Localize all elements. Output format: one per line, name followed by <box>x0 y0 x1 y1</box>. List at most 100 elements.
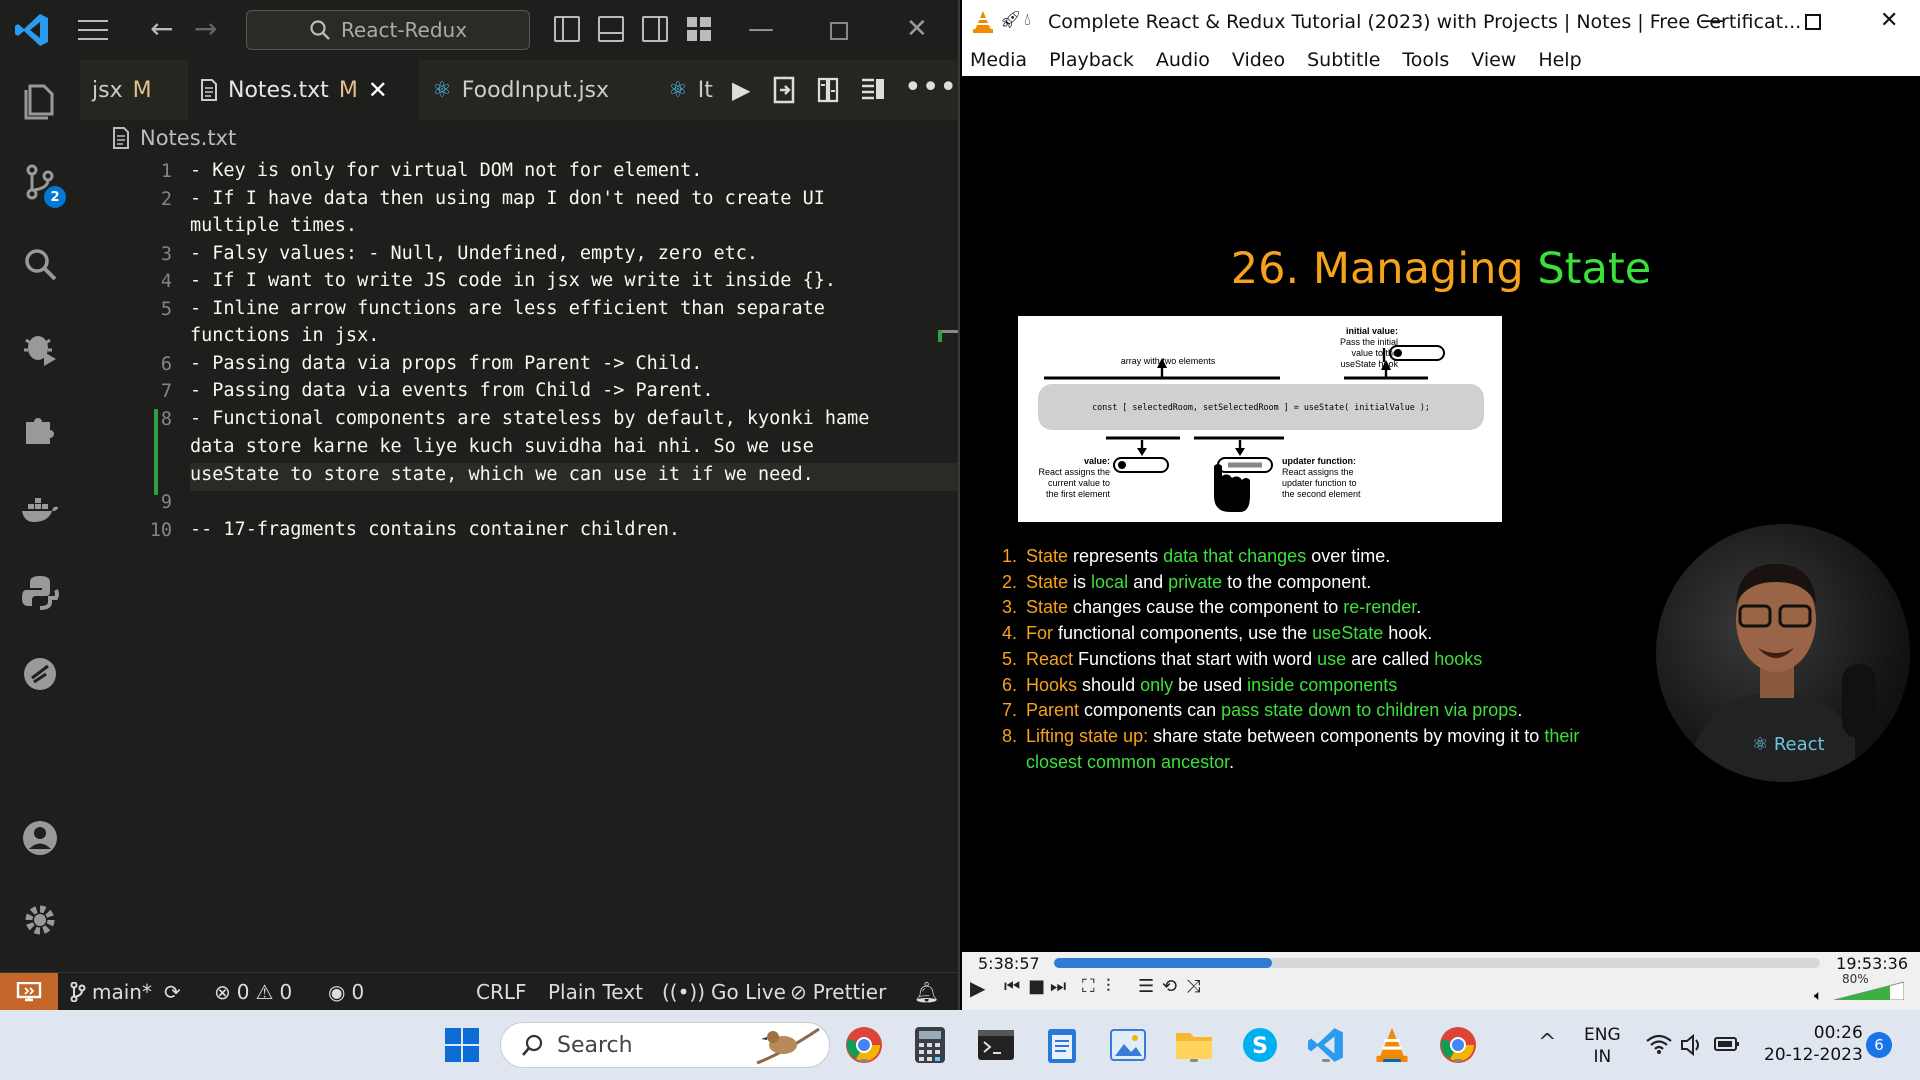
diagram-updater-desc: updater function to <box>1282 478 1357 488</box>
slide-point: 8. Lifting state up: share state between … <box>1002 724 1582 775</box>
notification-badge[interactable]: 6 <box>1866 1032 1892 1058</box>
slide-point: 6. Hooks should only be used inside compo… <box>1002 673 1582 699</box>
menu-icon[interactable] <box>78 20 108 40</box>
accounts-icon[interactable] <box>18 816 62 860</box>
toggle-primary-sidebar-icon[interactable] <box>554 16 580 42</box>
volume-slider[interactable] <box>1834 980 1904 1000</box>
toggle-panel-icon[interactable] <box>598 16 624 42</box>
extensions-icon[interactable] <box>18 406 62 450</box>
seek-bar[interactable] <box>1054 958 1820 968</box>
language-mode[interactable]: Plain Text <box>548 980 643 1004</box>
slide-point: 3. State changes cause the component to r… <box>1002 595 1582 621</box>
menu-video[interactable]: Video <box>1232 49 1285 71</box>
shuffle-icon[interactable]: ⤨ <box>1186 976 1200 997</box>
back-arrow-icon[interactable]: ← <box>150 12 173 45</box>
settings-gear-icon[interactable] <box>18 898 62 942</box>
taskbar-search[interactable]: Search <box>500 1022 830 1068</box>
run-debug-icon[interactable] <box>18 324 62 368</box>
tab-foodinput-jsx[interactable]: ⚛ FoodInput.jsx <box>420 60 616 120</box>
command-center-search[interactable]: React-Redux <box>246 10 530 50</box>
slide-point-text: State changes cause the component to re-… <box>1026 597 1422 618</box>
next-icon[interactable]: ⏭ <box>1050 976 1066 997</box>
compare-changes-icon[interactable] <box>816 76 840 104</box>
chrome-icon[interactable] <box>842 1023 886 1067</box>
slide-title: 26. Managing State <box>962 244 1920 294</box>
menu-tools[interactable]: Tools <box>1402 49 1449 71</box>
extended-settings-icon[interactable]: ⫶ <box>1106 976 1111 997</box>
tab-notes-txt[interactable]: Notes.txt M ✕ <box>188 60 418 120</box>
menu-audio[interactable]: Audio <box>1156 49 1210 71</box>
stop-icon[interactable]: ■ <box>1028 976 1045 997</box>
chrome-profile-icon[interactable] <box>1436 1023 1480 1067</box>
sync-icon[interactable]: ⟳ <box>164 980 181 1004</box>
language-indicator[interactable]: ENG IN <box>1584 1024 1621 1068</box>
branch-indicator[interactable]: main* ⟳ <box>70 980 181 1004</box>
open-preview-icon[interactable] <box>772 76 796 104</box>
notifications-bell-icon[interactable]: 🔔︎ <box>914 980 939 1004</box>
eol-indicator[interactable]: CRLF <box>476 980 527 1004</box>
video-area[interactable]: 26. Managing State initial value: Pass t… <box>962 76 1920 952</box>
photos-icon[interactable] <box>1106 1023 1150 1067</box>
menu-view[interactable]: View <box>1471 49 1516 71</box>
skype-icon[interactable]: S <box>1238 1023 1282 1067</box>
customize-layout-icon[interactable] <box>686 16 712 42</box>
split-editor-icon[interactable] <box>860 76 886 102</box>
vlc-taskbar-icon[interactable] <box>1370 1023 1414 1067</box>
minimize-button[interactable]: — <box>748 14 774 44</box>
code-line: - Passing data via props from Parent -> … <box>190 353 703 374</box>
close-button[interactable]: ✕ <box>1880 8 1898 33</box>
minimize-button[interactable]: — <box>1700 6 1724 34</box>
tab-partial[interactable]: ⚛ It <box>656 60 716 120</box>
remote-explorer-icon[interactable] <box>18 652 62 696</box>
speaker-icon[interactable]: 🔈︎ <box>1814 988 1822 1004</box>
file-explorer-icon[interactable] <box>1172 1023 1216 1067</box>
fullscreen-icon[interactable]: ⛶ <box>1082 976 1095 997</box>
play-button[interactable]: ▶ <box>970 976 985 1000</box>
ports-indicator[interactable]: ◉ 0 <box>328 980 364 1004</box>
explorer-icon[interactable] <box>18 78 62 122</box>
vscode-taskbar-icon[interactable] <box>1304 1023 1348 1067</box>
menu-playback[interactable]: Playback <box>1049 49 1134 71</box>
prettier-indicator[interactable]: ⊘ Prettier <box>790 980 886 1004</box>
tab-close-icon[interactable]: ✕ <box>368 76 388 104</box>
slide-point-text: Lifting state up: share state between co… <box>1026 725 1580 772</box>
minimap-change-marker <box>938 330 942 342</box>
system-clock[interactable]: 00:26 20-12-2023 <box>1764 1022 1863 1066</box>
terminal-icon[interactable] <box>974 1023 1018 1067</box>
start-button[interactable] <box>440 1023 484 1067</box>
breadcrumb[interactable]: Notes.txt <box>112 126 236 150</box>
time-total[interactable]: 19:53:36 <box>1836 954 1908 973</box>
previous-icon[interactable]: ⏮ <box>1004 976 1020 997</box>
show-hidden-icons-chevron-icon[interactable]: ^ <box>1538 1030 1556 1055</box>
warning-icon: ⚠ <box>255 980 274 1004</box>
maximize-button[interactable] <box>1805 14 1821 30</box>
error-icon: ⊗ <box>214 980 231 1004</box>
notepad-icon[interactable] <box>1040 1023 1084 1067</box>
wifi-icon[interactable] <box>1646 1034 1672 1054</box>
forward-arrow-icon[interactable]: → <box>194 12 217 45</box>
run-icon[interactable]: ▶ <box>732 76 750 104</box>
maximize-button[interactable] <box>830 22 848 40</box>
problems-indicator[interactable]: ⊗ 0 ⚠ 0 <box>214 980 292 1004</box>
code-line: -- 17-fragments contains container child… <box>190 519 681 540</box>
code-editor[interactable]: 1 - Key is only for virtual DOM not for … <box>80 150 958 972</box>
calculator-icon[interactable] <box>908 1023 952 1067</box>
more-actions-icon[interactable]: ••• <box>904 70 957 105</box>
menu-media[interactable]: Media <box>970 49 1027 71</box>
battery-icon[interactable] <box>1714 1036 1740 1052</box>
menu-help[interactable]: Help <box>1538 49 1581 71</box>
docker-icon[interactable] <box>18 488 62 532</box>
slide-point-number: 8. <box>1002 725 1018 746</box>
tab-jsx[interactable]: jsx M <box>80 60 186 120</box>
go-live-button[interactable]: ((•)) Go Live <box>662 980 786 1004</box>
toggle-secondary-sidebar-icon[interactable] <box>642 16 668 42</box>
volume-icon[interactable] <box>1680 1034 1704 1056</box>
menu-subtitle[interactable]: Subtitle <box>1307 49 1380 71</box>
playlist-icon[interactable]: ☰ <box>1138 976 1154 997</box>
remote-indicator[interactable] <box>0 973 58 1011</box>
search-text: React-Redux <box>340 18 468 42</box>
loop-icon[interactable]: ⟲ <box>1162 976 1177 997</box>
search-view-icon[interactable] <box>18 242 62 286</box>
python-icon[interactable] <box>18 570 62 614</box>
close-button[interactable]: ✕ <box>906 14 928 44</box>
